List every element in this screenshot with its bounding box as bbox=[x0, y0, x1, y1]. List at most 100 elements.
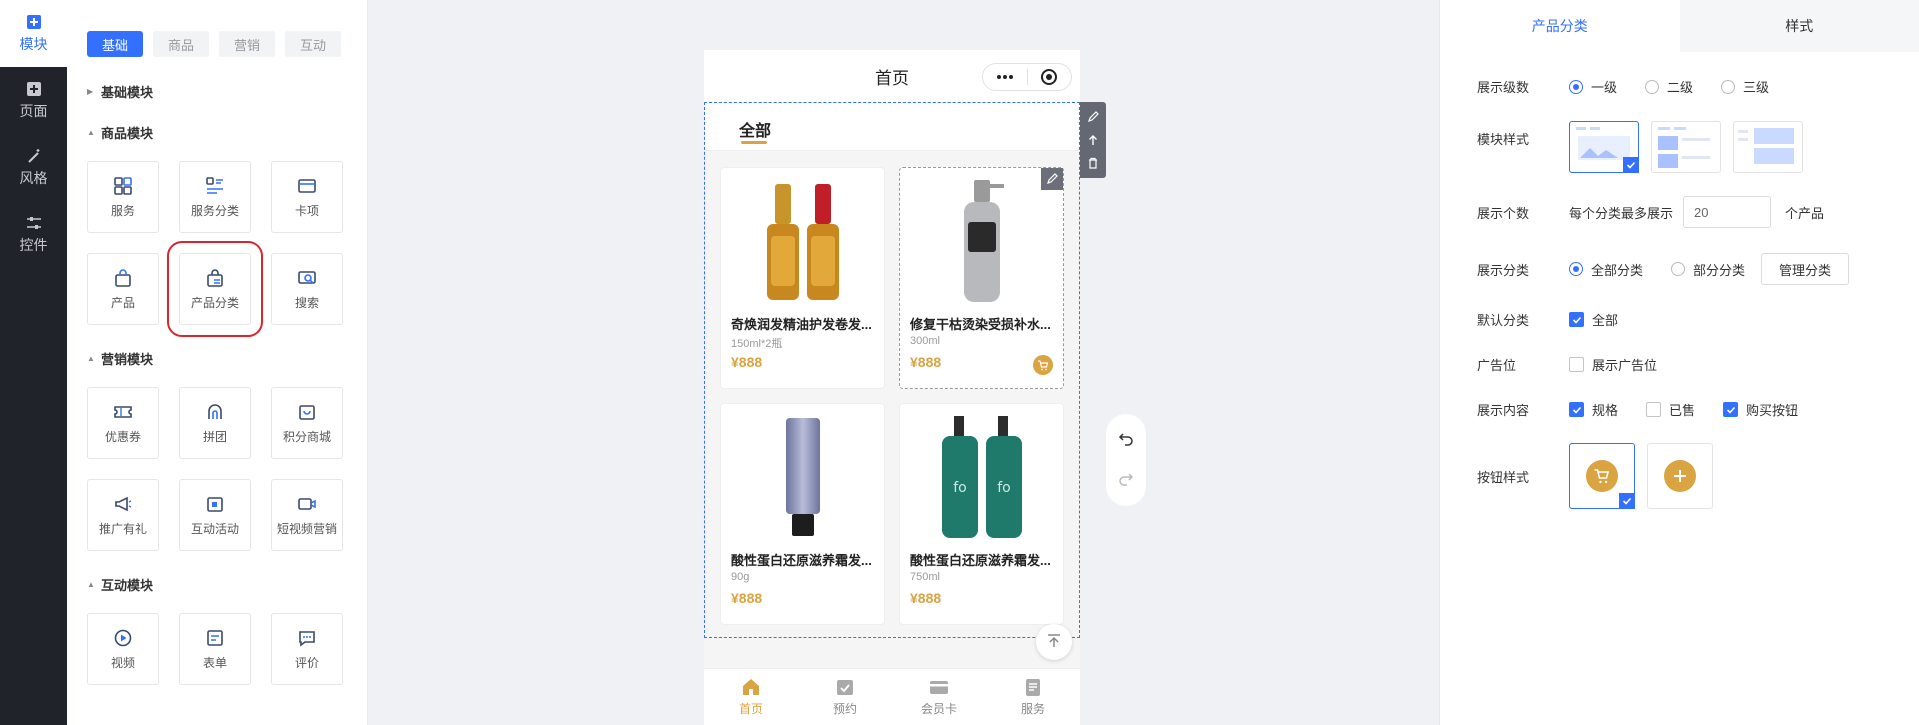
category-row: 展示分类 全部分类 部分分类 管理分类 bbox=[1477, 253, 1850, 285]
level-option-2[interactable]: 二级 bbox=[1645, 77, 1693, 96]
radio-unchecked[interactable] bbox=[1721, 79, 1736, 94]
button-style-cart[interactable] bbox=[1569, 443, 1635, 509]
target-circle-icon[interactable] bbox=[1028, 68, 1072, 86]
button-style-row: 按钮样式 bbox=[1477, 443, 1725, 509]
section-interact[interactable]: ▲ 互动模块 bbox=[87, 575, 153, 594]
category-label: 展示分类 bbox=[1477, 262, 1530, 278]
content-option-spec[interactable]: 规格 bbox=[1569, 400, 1618, 419]
option-label: 全部 bbox=[1592, 313, 1619, 328]
redo-icon[interactable] bbox=[1118, 471, 1134, 490]
arrow-up-icon[interactable] bbox=[1086, 133, 1100, 147]
tile-service-category[interactable]: 服务分类 bbox=[179, 161, 251, 233]
tile-review[interactable]: 评价 bbox=[271, 613, 343, 685]
comment-icon bbox=[297, 628, 317, 648]
tile-referral[interactable]: 推广有礼 bbox=[87, 479, 159, 551]
tile-video[interactable]: 视频 bbox=[87, 613, 159, 685]
tile-label: 推广有礼 bbox=[98, 521, 147, 536]
rail-item-widget[interactable]: 控件 bbox=[0, 201, 67, 268]
radio-unchecked[interactable] bbox=[1671, 262, 1686, 276]
module-panel: 基础 商品 营销 互动 ▶ 基础模块 ▲ 商品模块 服务 服务分类 卡项 产品 … bbox=[67, 0, 368, 725]
tile-product[interactable]: 产品 bbox=[87, 253, 159, 325]
marketing-grid: 优惠券 拼团 积分商城 推广有礼 互动活动 短视频营销 bbox=[87, 387, 343, 551]
ad-option[interactable]: 展示广告位 bbox=[1569, 355, 1657, 374]
tabbar-item-member-card[interactable]: 会员卡 bbox=[892, 669, 986, 725]
card-icon bbox=[929, 677, 949, 697]
style-option-1[interactable] bbox=[1569, 121, 1639, 173]
tabbar-item-booking[interactable]: 预约 bbox=[798, 669, 892, 725]
count-input[interactable] bbox=[1683, 196, 1772, 228]
tab-marketing[interactable]: 营销 bbox=[219, 31, 275, 57]
search-icon bbox=[297, 268, 317, 288]
radio-unchecked[interactable] bbox=[1645, 79, 1660, 94]
tile-card-item[interactable]: 卡项 bbox=[271, 161, 343, 233]
tile-label: 服务分类 bbox=[190, 203, 239, 218]
content-option-sold[interactable]: 已售 bbox=[1646, 400, 1695, 419]
option-label: 二级 bbox=[1667, 80, 1694, 95]
rail-item-module[interactable]: 模块 bbox=[0, 0, 67, 67]
form-icon bbox=[205, 628, 225, 648]
mall-icon bbox=[297, 402, 317, 422]
checkbox-checked[interactable] bbox=[1723, 402, 1739, 417]
page-add-icon bbox=[26, 81, 42, 97]
caret-right-icon: ▶ bbox=[87, 87, 94, 96]
tile-group-buy[interactable]: 拼团 bbox=[179, 387, 251, 459]
tile-points-mall[interactable]: 积分商城 bbox=[271, 387, 343, 459]
undo-icon[interactable] bbox=[1118, 431, 1134, 450]
tile-coupon[interactable]: 优惠券 bbox=[87, 387, 159, 459]
plus-icon bbox=[1664, 460, 1696, 492]
tile-service[interactable]: 服务 bbox=[87, 161, 159, 233]
tab-basic[interactable]: 基础 bbox=[87, 31, 143, 57]
level-option-1[interactable]: 一级 bbox=[1569, 77, 1617, 96]
add-square-icon bbox=[26, 14, 42, 30]
activity-icon bbox=[205, 494, 225, 514]
content-option-buy-button[interactable]: 购买按钮 bbox=[1723, 400, 1798, 419]
tile-activity[interactable]: 互动活动 bbox=[179, 479, 251, 551]
tile-short-video[interactable]: 短视频营销 bbox=[271, 479, 343, 551]
category-option-partial[interactable]: 部分分类 bbox=[1671, 260, 1745, 279]
rail-item-style[interactable]: 风格 bbox=[0, 134, 67, 201]
tab-product-category[interactable]: 产品分类 bbox=[1440, 0, 1680, 52]
level-option-3[interactable]: 三级 bbox=[1721, 77, 1769, 96]
style-option-3[interactable] bbox=[1733, 121, 1803, 173]
section-title: 商品模块 bbox=[101, 126, 154, 141]
megaphone-icon bbox=[113, 494, 133, 514]
tabbar-item-service[interactable]: 服务 bbox=[986, 669, 1080, 725]
pencil-icon[interactable] bbox=[1086, 110, 1100, 124]
tile-label: 视频 bbox=[110, 655, 135, 670]
button-style-plus[interactable] bbox=[1647, 443, 1713, 509]
radio-checked[interactable] bbox=[1569, 79, 1583, 94]
mini-program-capsule bbox=[982, 63, 1072, 91]
radio-checked[interactable] bbox=[1569, 262, 1583, 276]
selected-module-outline[interactable] bbox=[704, 102, 1080, 638]
back-to-top-icon bbox=[1046, 633, 1062, 652]
checkbox-checked[interactable] bbox=[1569, 402, 1584, 417]
caret-down-icon: ▲ bbox=[87, 354, 95, 363]
category-option-all[interactable]: 全部分类 bbox=[1569, 260, 1643, 279]
page-title: 首页 bbox=[875, 68, 909, 88]
checkbox-unchecked[interactable] bbox=[1646, 402, 1662, 417]
checkbox-unchecked[interactable] bbox=[1569, 357, 1584, 372]
rail-item-page[interactable]: 页面 bbox=[0, 67, 67, 134]
tile-search[interactable]: 搜索 bbox=[271, 253, 343, 325]
trash-icon[interactable] bbox=[1086, 156, 1100, 170]
tabbar-item-home[interactable]: 首页 bbox=[704, 669, 798, 725]
manage-category-button[interactable]: 管理分类 bbox=[1761, 253, 1850, 285]
tile-form[interactable]: 表单 bbox=[179, 613, 251, 685]
phone-preview: 首页 全部 奇焕润发精油护发卷发... 150ml*2瓶 ¥888 修复干枯烫染… bbox=[704, 50, 1080, 725]
section-basic[interactable]: ▶ 基础模块 bbox=[87, 82, 153, 101]
back-to-top-button[interactable] bbox=[1036, 624, 1072, 660]
grid-icon bbox=[113, 176, 133, 196]
bag-category-icon bbox=[205, 268, 225, 288]
checkbox-checked[interactable] bbox=[1569, 312, 1584, 327]
section-marketing[interactable]: ▲ 营销模块 bbox=[87, 349, 153, 368]
tile-product-category[interactable]: 产品分类 bbox=[167, 241, 263, 337]
more-dots-icon[interactable] bbox=[983, 74, 1027, 80]
default-option-all[interactable]: 全部 bbox=[1569, 310, 1618, 329]
tab-style[interactable]: 样式 bbox=[1679, 0, 1919, 52]
tab-goods[interactable]: 商品 bbox=[153, 31, 209, 57]
tab-interact[interactable]: 互动 bbox=[285, 31, 341, 57]
tile-label: 产品分类 bbox=[190, 295, 239, 310]
style-option-2[interactable] bbox=[1651, 121, 1721, 173]
section-goods[interactable]: ▲ 商品模块 bbox=[87, 123, 153, 142]
tabbar-label: 首页 bbox=[738, 702, 763, 716]
